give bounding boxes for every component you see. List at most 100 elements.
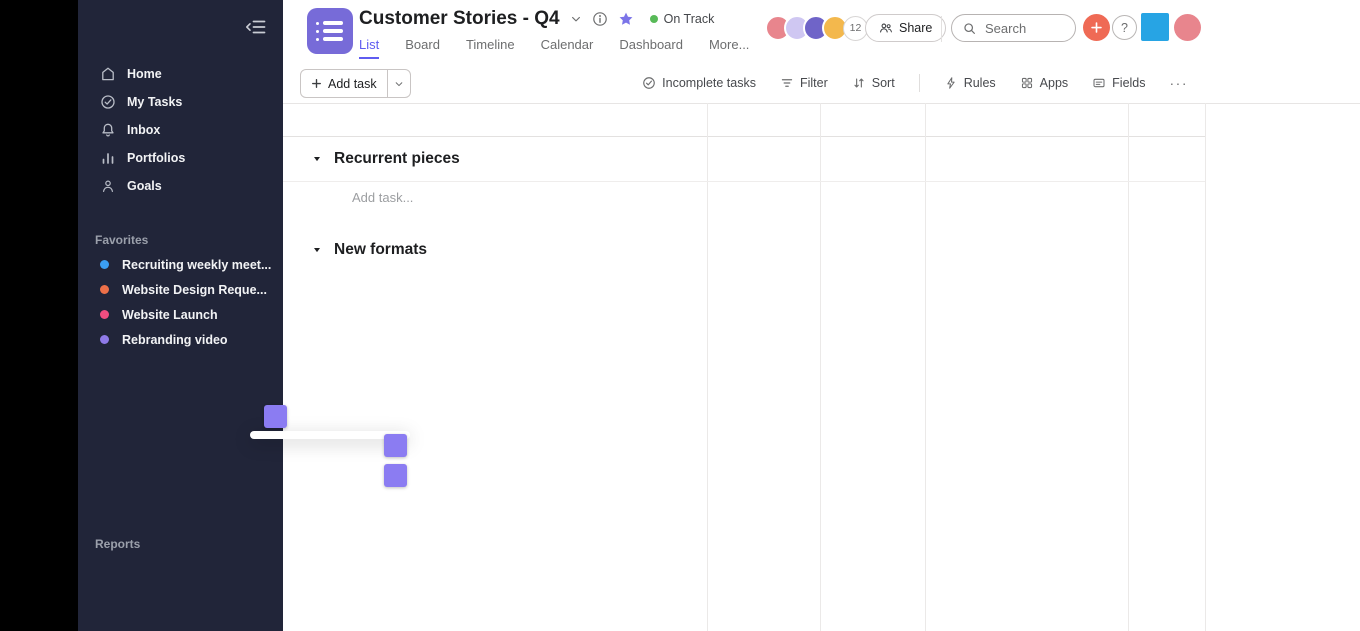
status-dot [650,15,658,23]
toolbar-rules[interactable]: Rules [944,76,996,90]
toolbar-label: Sort [872,76,895,90]
triangle-down-icon [312,245,322,255]
toolbar-apps[interactable]: Apps [1020,76,1069,90]
users-icon [879,21,893,35]
add-task-button[interactable]: Add task [300,69,411,98]
tab-board[interactable]: Board [405,37,440,59]
annotation-step-3 [384,464,407,487]
favorite-item-website-launch[interactable]: Website Launch [78,302,283,327]
sidebar: Home My Tasks Inbox Portfolios Goals Favorit… [78,0,283,631]
toolbar-sort[interactable]: Sort [852,76,895,90]
star-icon[interactable] [618,11,634,27]
toolbar-more-icon[interactable]: ··· [1170,75,1189,91]
list-toolbar: Add task Incomplete tasks Filter Sort Rules… [283,62,1360,104]
section-label: Recurrent pieces [334,150,460,168]
sort-icon [852,76,866,90]
tab-list[interactable]: List [359,37,379,59]
project-icon [307,8,353,54]
toolbar-label: Fields [1112,76,1145,90]
favorite-item-label: Website Launch [122,308,218,322]
member-avatars[interactable]: 12 [765,15,868,41]
tab-timeline[interactable]: Timeline [466,37,515,59]
toolbar-filter[interactable]: Filter [780,76,828,90]
search-box[interactable] [951,14,1076,42]
chevron-down-icon[interactable] [570,13,582,25]
sidebar-item-home[interactable]: Home [78,60,283,88]
sidebar-item-my-tasks[interactable]: My Tasks [78,88,283,116]
org-tile[interactable] [1141,13,1169,41]
sidebar-item-label: Goals [127,179,162,193]
project-color-dot [100,285,109,294]
favorites-header: Favorites [78,228,283,252]
favorite-item-label: Rebranding video [122,333,228,347]
table-header [283,103,1205,137]
sidebar-item-portfolios[interactable]: Portfolios [78,144,283,172]
tab-calendar[interactable]: Calendar [541,37,594,59]
apps-icon [1020,76,1034,90]
add-task-row[interactable]: Add task... [283,182,1205,214]
section-header-newformats[interactable]: New formats [283,228,1205,273]
share-button[interactable]: Share [865,14,946,42]
favorite-item-recruiting-weekly-meet[interactable]: Recruiting weekly meet... [78,252,283,277]
sidebar-item-label: Portfolios [127,151,185,165]
create-button[interactable] [1083,14,1110,41]
bolt-icon [944,76,958,90]
annotation-step-1 [264,405,287,428]
sidebar-favorites: Favorites Recruiting weekly meet... Websi… [78,228,283,352]
toolbar-actions: Incomplete tasks Filter Sort Rules Apps Field… [642,62,1188,103]
topbar-divider [941,16,942,42]
filter-icon [780,76,794,90]
triangle-down-icon [312,154,322,164]
reports-header: Reports [78,532,283,556]
favorite-item-rebranding-video[interactable]: Rebranding video [78,327,283,352]
page-title: Customer Stories - Q4 [359,8,560,30]
tab-more[interactable]: More... [709,37,749,59]
status-label: On Track [664,12,715,26]
main-area: Customer Stories - Q4 On Track List Board… [283,0,1360,631]
tab-dashboard[interactable]: Dashboard [619,37,683,59]
sidebar-item-label: Home [127,67,162,81]
search-input[interactable] [983,20,1064,37]
sidebar-collapse-icon[interactable] [245,18,267,36]
chart-icon [100,150,116,166]
toolbar-fields[interactable]: Fields [1092,76,1145,90]
favorites-list: Recruiting weekly meet... Website Design … [78,252,283,352]
favorite-item-website-design-reque[interactable]: Website Design Reque... [78,277,283,302]
task-table: Recurrent pieces Add task... New formats [283,137,1205,273]
favorite-item-label: Website Design Reque... [122,283,267,297]
section-label: New formats [334,241,427,259]
fields-icon [1092,76,1106,90]
user-avatar[interactable] [1174,14,1201,41]
sidebar-item-goals[interactable]: Goals [78,172,283,200]
column-divider [1205,103,1206,631]
project-color-dot [100,260,109,269]
add-task-label: Add task [328,77,377,91]
view-tabs: List Board Timeline Calendar Dashboard More..… [359,37,749,59]
bell-icon [100,122,116,138]
check-circle-icon [100,94,116,110]
home-icon [100,66,116,82]
section-header-recurrent[interactable]: Recurrent pieces [283,137,1205,182]
share-label: Share [899,21,932,35]
toolbar-label: Apps [1040,76,1069,90]
favorite-item-label: Recruiting weekly meet... [122,258,271,272]
sidebar-nav: Home My Tasks Inbox Portfolios Goals [78,60,283,200]
letterbox-strip [0,0,78,631]
toolbar-label: Filter [800,76,828,90]
toolbar-label: Incomplete tasks [662,76,756,90]
help-button[interactable]: ? [1112,15,1137,40]
plus-icon [1090,21,1103,34]
plus-icon [311,78,322,89]
search-icon [963,22,976,35]
project-color-dot [100,310,109,319]
sidebar-item-label: Inbox [127,123,160,137]
toolbar-label: Rules [964,76,996,90]
annotation-step-2 [384,434,407,457]
sidebar-item-label: My Tasks [127,95,182,109]
info-icon[interactable] [592,11,608,27]
status-badge[interactable]: On Track [650,12,715,26]
toolbar-incomplete-tasks[interactable]: Incomplete tasks [642,76,756,90]
sidebar-item-inbox[interactable]: Inbox [78,116,283,144]
toolbar-divider [919,74,920,92]
chevron-down-icon [394,79,404,89]
